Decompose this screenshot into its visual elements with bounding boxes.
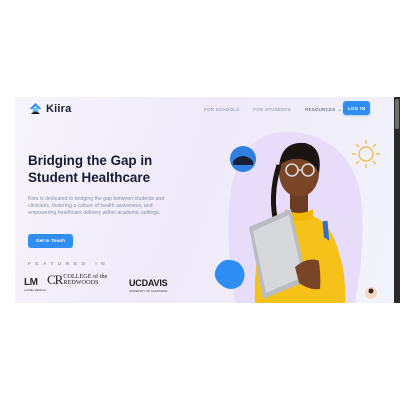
kiira-logo-icon	[29, 103, 42, 114]
nav-resources-label: RESOURCES	[305, 107, 336, 112]
ucdavis-logo-subtext: UNIVERSITY OF CALIFORNIA	[129, 290, 168, 293]
page-scrollbar[interactable]	[394, 97, 400, 303]
sun-icon	[352, 140, 380, 168]
scrollbar-thumb[interactable]	[395, 99, 399, 129]
chevron-down-icon: ⌄	[337, 106, 343, 113]
redwoods-line-2: REDWOODS	[63, 279, 99, 286]
ucdavis-logo-text: UCDAVIS	[129, 278, 168, 288]
featured-in-label: FEATURED IN	[28, 262, 110, 267]
blue-blob	[214, 259, 245, 289]
browser-frame: Kiira FOR SCHOOLS FOR STUDENTS RESOURCES…	[0, 0, 400, 400]
nav-for-schools[interactable]: FOR SCHOOLS	[204, 107, 239, 112]
nav-resources[interactable]: RESOURCES ⌄	[305, 107, 342, 112]
get-in-touch-button[interactable]: Get In Touch	[28, 234, 73, 248]
brand-name: Kiira	[46, 102, 72, 115]
redwoods-logo-mark: CR	[47, 272, 63, 287]
main-nav: FOR SCHOOLS FOR STUDENTS RESOURCES ⌄	[204, 107, 342, 112]
student-illustration	[214, 131, 380, 303]
hero-headline: Bridging the Gap in Student Healthcare	[28, 153, 153, 185]
hero-description: Kiira is dedicated to bridging the gap b…	[28, 196, 165, 216]
landing-page: Kiira FOR SCHOOLS FOR STUDENTS RESOURCES…	[15, 97, 394, 303]
partner-logo-redwoods: CR COLLEGE of the REDWOODS	[47, 272, 107, 288]
login-button[interactable]: LOG IN	[343, 101, 370, 115]
partner-logo-ucdavis: UCDAVIS UNIVERSITY OF CALIFORNIA	[129, 273, 168, 293]
nav-for-students[interactable]: FOR STUDENTS	[253, 107, 291, 112]
brand-logo[interactable]: Kiira	[28, 102, 71, 115]
graduation-cap-badge	[230, 146, 256, 172]
lm-logo-subtext: LAUREL MEDICAL	[24, 289, 47, 292]
partner-logos: LM LAUREL MEDICAL CR COLLEGE of the REDW…	[24, 271, 184, 293]
partner-logo-lm: LM LAUREL MEDICAL	[24, 272, 46, 292]
redwoods-logo-text: COLLEGE of the REDWOODS	[63, 273, 107, 286]
lm-logo-text: LM	[24, 277, 38, 288]
